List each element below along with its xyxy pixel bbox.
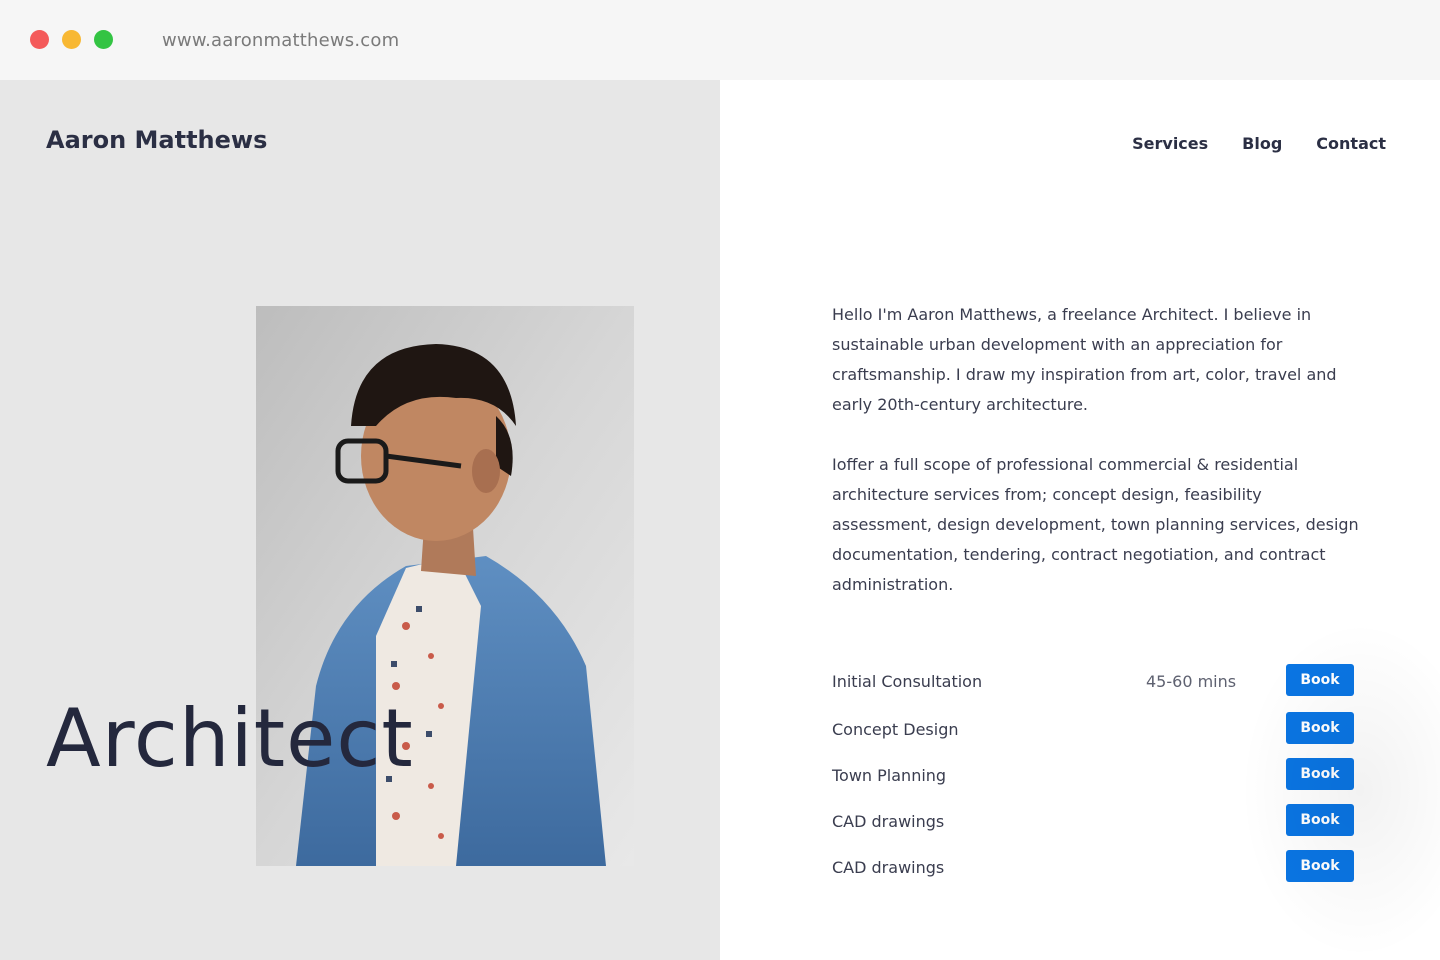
service-name: Concept Design	[832, 720, 959, 739]
content-panel: Services Blog Contact Hello I'm Aaron Ma…	[720, 80, 1440, 960]
service-row: Town Planning Book	[832, 758, 1354, 804]
book-button[interactable]: Book	[1286, 850, 1354, 882]
book-button[interactable]: Book	[1286, 712, 1354, 744]
bio-paragraph: Ioffer a full scope of professional comm…	[832, 455, 1359, 594]
site-logo-text[interactable]: Aaron Matthews	[46, 126, 267, 154]
services-list: Initial Consultation 45-60 mins Book Con…	[832, 664, 1354, 896]
maximize-window-dot[interactable]	[94, 30, 113, 49]
book-button[interactable]: Book	[1286, 804, 1354, 836]
service-duration: 45-60 mins	[1146, 672, 1237, 691]
nav-contact-link[interactable]: Contact	[1316, 134, 1386, 153]
service-row: CAD drawings Book	[832, 850, 1354, 896]
bio-paragraph: Hello I'm Aaron Matthews, a freelance Ar…	[832, 305, 1337, 414]
address-bar-url[interactable]: www.aaronmatthews.com	[162, 30, 399, 51]
close-window-dot[interactable]	[30, 30, 49, 49]
nav-services-link[interactable]: Services	[1132, 134, 1208, 153]
book-button[interactable]: Book	[1286, 758, 1354, 790]
minimize-window-dot[interactable]	[62, 30, 81, 49]
service-name: Initial Consultation	[832, 672, 983, 691]
book-button[interactable]: Book	[1286, 664, 1354, 696]
service-row: Concept Design Book	[832, 712, 1354, 758]
service-name: CAD drawings	[832, 812, 945, 831]
hero-headline: Architect	[46, 692, 414, 785]
service-name: CAD drawings	[832, 858, 945, 877]
bio-text: Hello I'm Aaron Matthews, a freelance Ar…	[832, 300, 1362, 600]
service-row: Initial Consultation 45-60 mins Book	[832, 664, 1354, 712]
main-nav: Services Blog Contact	[1132, 134, 1386, 153]
service-name: Town Planning	[832, 766, 947, 785]
nav-blog-link[interactable]: Blog	[1242, 134, 1282, 153]
browser-chrome: www.aaronmatthews.com	[0, 0, 1440, 80]
service-row: CAD drawings Book	[832, 804, 1354, 850]
hero-panel: Aaron Matthews Architect	[0, 80, 720, 960]
